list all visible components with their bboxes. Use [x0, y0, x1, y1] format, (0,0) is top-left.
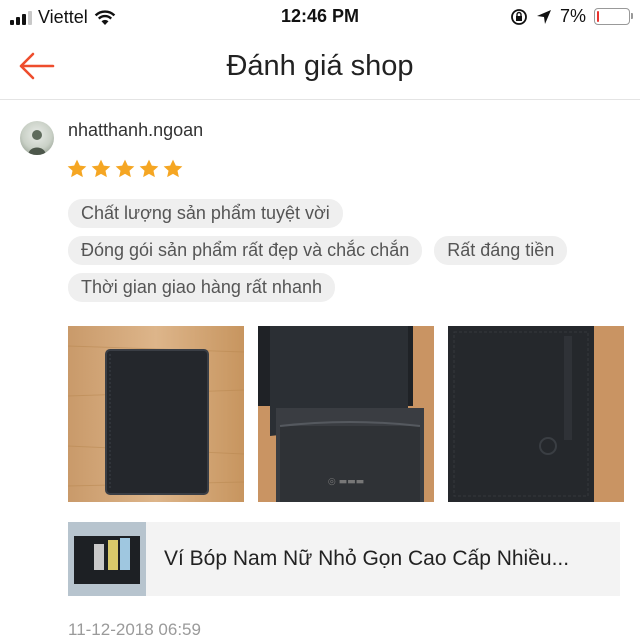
- product-name: Ví Bóp Nam Nữ Nhỏ Gọn Cao Cấp Nhiều...: [164, 547, 570, 570]
- tag-row: Thời gian giao hàng rất nhanh: [68, 273, 628, 302]
- review-photo-2[interactable]: ◎ ▬▬▬: [258, 326, 434, 502]
- page-title: Đánh giá shop: [226, 50, 414, 82]
- star-icon: [163, 159, 183, 178]
- star-icon: [115, 159, 135, 178]
- review-tag: Thời gian giao hàng rất nhanh: [68, 273, 335, 302]
- avatar[interactable]: [20, 121, 54, 155]
- review-tag: Rất đáng tiền: [434, 236, 568, 265]
- star-icon: [91, 159, 111, 178]
- battery-icon: [594, 8, 633, 25]
- review-photo-3[interactable]: [448, 326, 624, 502]
- tag-row: Chất lượng sản phẩm tuyệt vời: [68, 199, 628, 228]
- status-bar: Viettel 12:46 PM 7%: [0, 0, 640, 34]
- battery-level: [597, 11, 600, 22]
- star-icon: [139, 159, 159, 178]
- reviewer-username[interactable]: nhatthanh.ngoan: [68, 120, 203, 141]
- battery-percent: 7%: [559, 6, 586, 26]
- location-icon: [536, 9, 551, 24]
- review-tags: Chất lượng sản phẩm tuyệt vời Đóng gói s…: [68, 199, 628, 310]
- header: Đánh giá shop: [0, 34, 640, 100]
- svg-text:◎ ▬▬▬: ◎ ▬▬▬: [328, 477, 364, 487]
- tag-row: Đóng gói sản phẩm rất đẹp và chắc chắn Rấ…: [68, 236, 628, 265]
- review-photo-1[interactable]: [68, 326, 244, 502]
- review-photos: ◎ ▬▬▬: [68, 326, 624, 502]
- product-thumbnail: [68, 522, 146, 596]
- status-right: 7%: [510, 6, 633, 27]
- review-tag: Đóng gói sản phẩm rất đẹp và chắc chắn: [68, 236, 423, 265]
- product-card[interactable]: Ví Bóp Nam Nữ Nhỏ Gọn Cao Cấp Nhiều...: [68, 522, 620, 596]
- review-timestamp: 11-12-2018 06:59: [68, 620, 201, 639]
- review-tag: Chất lượng sản phẩm tuyệt vời: [68, 199, 343, 228]
- star-icon: [67, 159, 87, 178]
- orientation-lock-icon: [511, 8, 527, 25]
- rating-stars: [66, 158, 184, 180]
